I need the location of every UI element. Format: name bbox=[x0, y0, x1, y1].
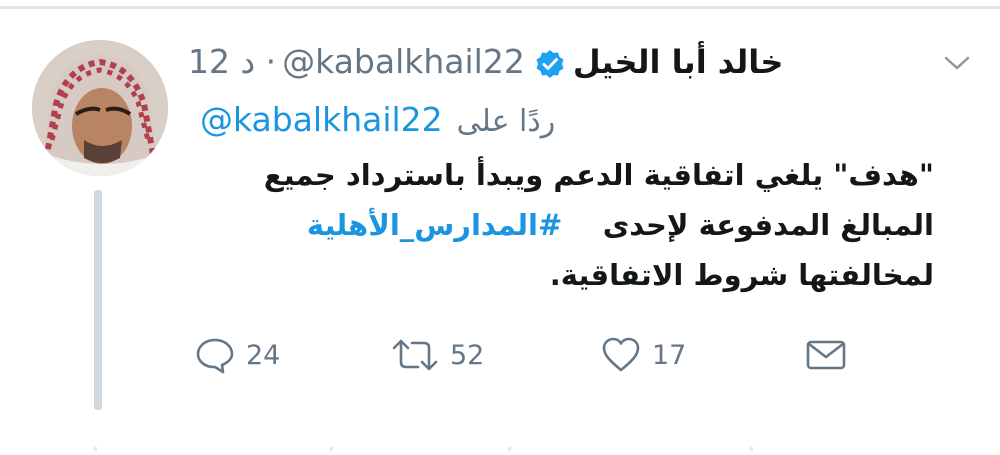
bottom-divider bbox=[0, 436, 1000, 451]
author-handle[interactable]: @kabalkhail22 bbox=[282, 42, 525, 81]
hashtag-link[interactable]: #المدارس_الأهلية bbox=[307, 208, 562, 242]
retweet-button[interactable]: 52 bbox=[390, 330, 484, 380]
heart-icon bbox=[602, 337, 640, 372]
tweet-body-line-2: المبالغ المدفوعة لإحدى #المدارس_الأهلية bbox=[194, 200, 934, 250]
replying-to-handle[interactable]: @kabalkhail22 bbox=[200, 100, 443, 139]
reply-button[interactable]: 24 bbox=[194, 330, 280, 380]
tweet-menu-button[interactable] bbox=[940, 50, 974, 76]
tweet-body-line-2-text: المبالغ المدفوعة لإحدى bbox=[602, 208, 934, 242]
tweet-body-line-1: "هدف" يلغي اتفاقية الدعم ويبدأ باسترداد … bbox=[263, 158, 934, 192]
thread-line bbox=[94, 190, 102, 410]
envelope-icon bbox=[806, 340, 846, 370]
comment-icon bbox=[196, 338, 234, 374]
tweet-body: "هدف" يلغي اتفاقية الدعم ويبدأ باسترداد … bbox=[194, 150, 934, 310]
reply-count: 24 bbox=[246, 339, 281, 371]
retweet-icon bbox=[392, 339, 438, 371]
retweet-count: 52 bbox=[450, 339, 485, 371]
like-count: 17 bbox=[652, 339, 687, 371]
tweet-body-line-3: لمخالفتها شروط الاتفاقية. bbox=[549, 258, 934, 292]
avatar-photo bbox=[32, 40, 168, 176]
author-display-name[interactable]: خالد أبا الخيل bbox=[573, 43, 784, 81]
like-button[interactable]: 17 bbox=[600, 330, 686, 380]
timestamp[interactable]: 12 د · bbox=[188, 42, 276, 81]
replying-to: @kabalkhail22 ردًا على bbox=[200, 100, 640, 144]
tweet-header: 12 د · @kabalkhail22 خالد أبا الخيل bbox=[188, 42, 928, 86]
tweet[interactable]: 12 د · @kabalkhail22 خالد أبا الخيل @kab… bbox=[0, 0, 1000, 451]
replying-to-label: ردًا على bbox=[456, 104, 556, 139]
tweet-actions: 24 52 17 bbox=[190, 330, 870, 380]
verified-badge-icon bbox=[535, 49, 565, 79]
direct-message-button[interactable] bbox=[804, 330, 848, 380]
avatar[interactable] bbox=[32, 40, 168, 176]
chevron-down-icon bbox=[944, 56, 970, 70]
